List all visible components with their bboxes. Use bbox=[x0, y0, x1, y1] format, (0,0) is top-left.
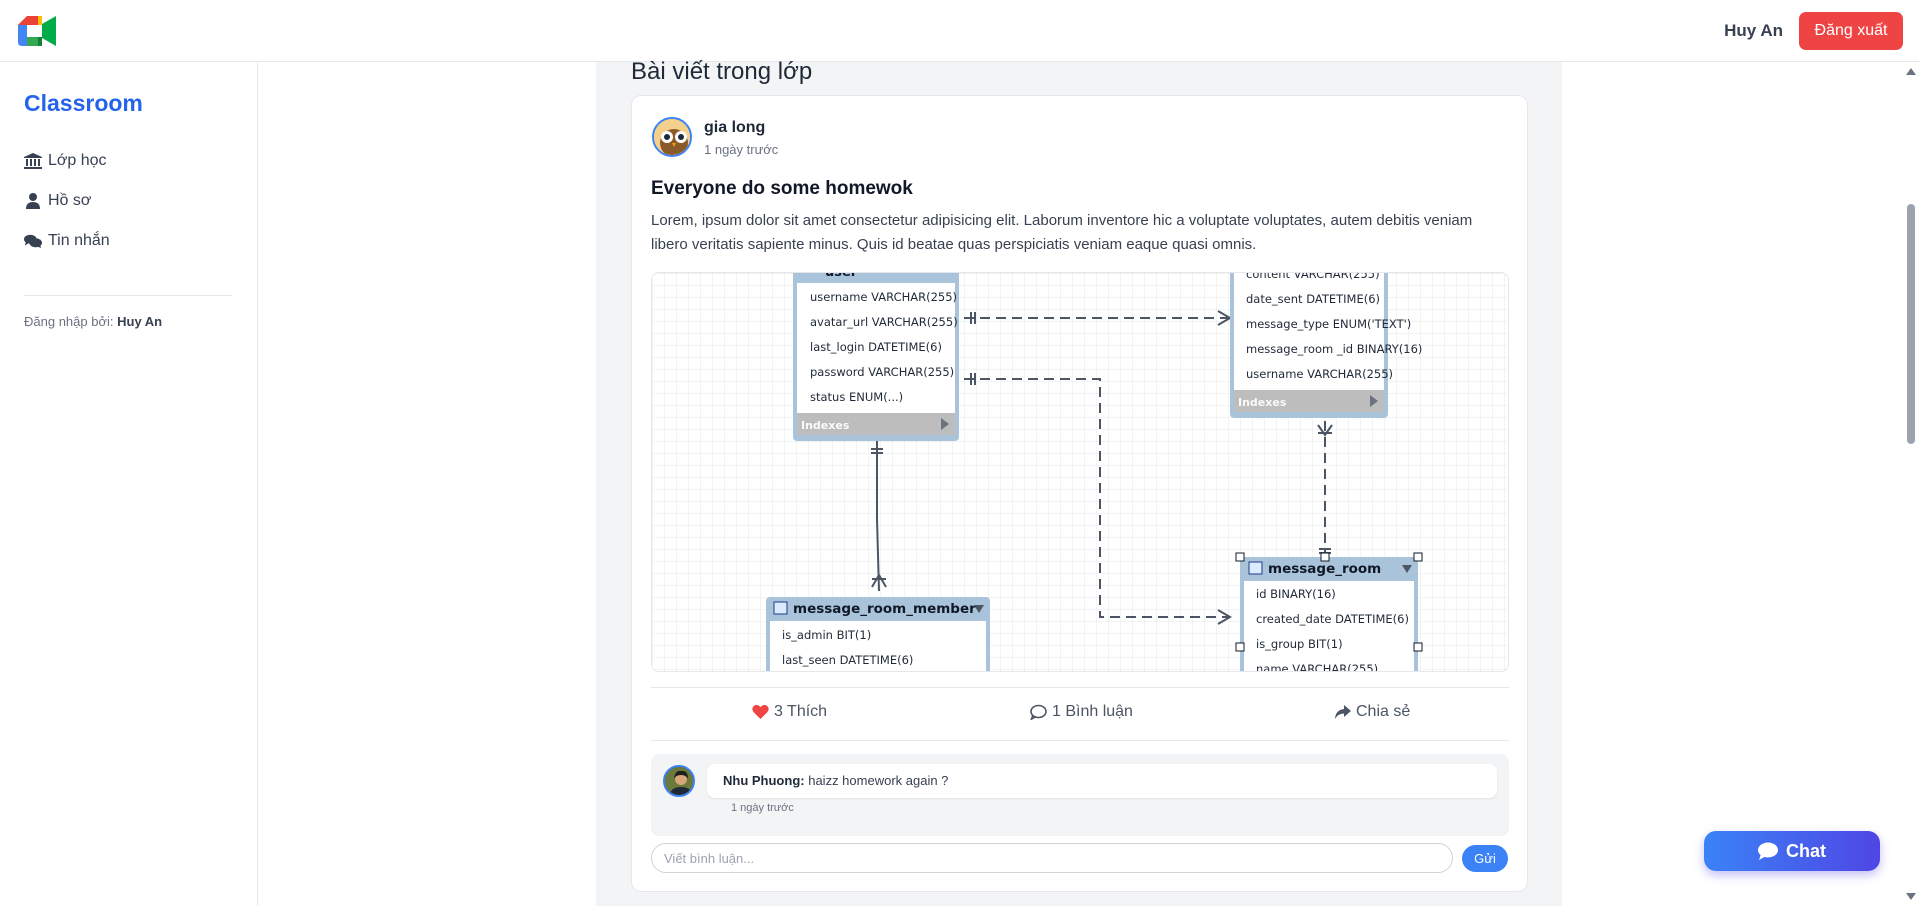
svg-text:id BINARY(16): id BINARY(16) bbox=[1256, 587, 1336, 601]
svg-text:is_group BIT(1): is_group BIT(1) bbox=[1256, 637, 1343, 651]
chat-bubble-icon bbox=[1758, 842, 1778, 860]
brand-title[interactable]: Classroom bbox=[24, 90, 143, 117]
comment-bubble: Nhu Phuong: haizz homework again ? bbox=[707, 764, 1497, 798]
comment-time: 1 ngày trước bbox=[731, 802, 794, 814]
svg-text:username VARCHAR(255): username VARCHAR(255) bbox=[810, 290, 957, 304]
erd-table-user: user username VARCHAR(255) avatar_url VA… bbox=[793, 273, 959, 441]
svg-text:Indexes: Indexes bbox=[1238, 396, 1287, 409]
svg-text:message_room_member: message_room_member bbox=[793, 601, 976, 617]
post-body: Lorem, ipsum dolor sit amet consectetur … bbox=[651, 212, 1473, 253]
like-count-label: 3 Thích bbox=[774, 703, 828, 720]
svg-text:last_seen DATETIME(6): last_seen DATETIME(6) bbox=[782, 653, 913, 667]
sidebar-item-messages[interactable]: Tin nhắn bbox=[24, 232, 110, 250]
commenter-avatar[interactable] bbox=[663, 765, 695, 797]
login-prefix: Đăng nhập bởi: bbox=[24, 314, 114, 329]
sidebar-item-label: Lớp học bbox=[48, 152, 107, 169]
svg-text:username VARCHAR(255): username VARCHAR(255) bbox=[1246, 367, 1393, 381]
chat-button[interactable]: Chat bbox=[1704, 831, 1880, 871]
comment-icon bbox=[1030, 704, 1047, 720]
sidebar-item-classes[interactable]: Lớp học bbox=[24, 152, 107, 170]
comments-icon bbox=[24, 234, 42, 249]
svg-text:Indexes: Indexes bbox=[801, 419, 850, 432]
sidebar-item-label: Hồ sơ bbox=[48, 192, 92, 209]
svg-text:content VARCHAR(255): content VARCHAR(255) bbox=[1246, 273, 1380, 281]
post-time: 1 ngày trước bbox=[704, 142, 779, 157]
author-avatar[interactable] bbox=[652, 117, 692, 157]
heart-icon bbox=[752, 704, 769, 719]
svg-text:message_room: message_room bbox=[1268, 561, 1381, 577]
login-info: Đăng nhập bởi: Huy An bbox=[24, 314, 162, 329]
svg-text:password VARCHAR(255): password VARCHAR(255) bbox=[810, 365, 954, 379]
like-button[interactable]: 3 Thích bbox=[752, 703, 827, 721]
share-icon bbox=[1335, 705, 1351, 719]
erd-diagram: user username VARCHAR(255) avatar_url VA… bbox=[652, 273, 1508, 672]
person-avatar-icon bbox=[665, 767, 693, 795]
share-button[interactable]: Chia sẻ bbox=[1334, 703, 1410, 721]
svg-text:last_login DATETIME(6): last_login DATETIME(6) bbox=[810, 340, 942, 354]
scroll-down-arrow-icon[interactable] bbox=[1906, 893, 1916, 900]
sidebar-item-profile[interactable]: Hồ sơ bbox=[24, 192, 91, 210]
page-title: Bài viết trong lớp bbox=[631, 58, 813, 85]
sidebar-item-label: Tin nhắn bbox=[48, 232, 110, 249]
erd-table-message-room-member: message_room_member is_admin BIT(1) last… bbox=[766, 597, 990, 671]
comment-input[interactable] bbox=[651, 843, 1453, 873]
divider bbox=[651, 740, 1509, 741]
user-icon bbox=[26, 193, 40, 209]
erd-table-message-room: message_room id BINARY(16) created_date … bbox=[1235, 552, 1423, 672]
svg-text:name VARCHAR(255): name VARCHAR(255) bbox=[1256, 662, 1378, 672]
send-comment-button[interactable]: Gửi bbox=[1462, 845, 1508, 872]
share-label: Chia sẻ bbox=[1356, 703, 1411, 720]
scroll-up-arrow-icon[interactable] bbox=[1906, 68, 1916, 75]
post-title: Everyone do some homewok bbox=[651, 178, 913, 199]
sidebar-divider bbox=[24, 295, 232, 296]
app-logo-icon[interactable] bbox=[18, 16, 56, 46]
login-user: Huy An bbox=[117, 314, 163, 329]
post-card: gia long 1 ngày trước Everyone do some h… bbox=[631, 95, 1528, 892]
svg-text:message_type ENUM('TEXT'): message_type ENUM('TEXT') bbox=[1246, 317, 1411, 331]
sidebar: Classroom Lớp học Hồ sơ Tin nhắn Đăng nh… bbox=[0, 62, 258, 906]
svg-text:message_room _id BINARY(16): message_room _id BINARY(16) bbox=[1246, 342, 1422, 356]
svg-text:status ENUM(...): status ENUM(...) bbox=[810, 390, 903, 404]
comment-text: haizz homework again ? bbox=[808, 773, 949, 788]
comment-count-label: 1 Bình luận bbox=[1052, 703, 1133, 720]
logout-button[interactable]: Đăng xuất bbox=[1799, 12, 1903, 50]
divider bbox=[651, 687, 1509, 688]
owl-avatar-icon bbox=[654, 119, 690, 155]
post-author[interactable]: gia long bbox=[704, 119, 765, 137]
page-scrollbar[interactable] bbox=[1903, 62, 1919, 906]
comment-author[interactable]: Nhu Phuong: bbox=[723, 773, 805, 788]
comment-item: Nhu Phuong: haizz homework again ? 1 ngà… bbox=[651, 754, 1509, 836]
chat-button-label: Chat bbox=[1786, 840, 1826, 861]
comment-count-button[interactable]: 1 Bình luận bbox=[1030, 703, 1133, 721]
post-image[interactable]: user username VARCHAR(255) avatar_url VA… bbox=[651, 272, 1509, 672]
svg-text:user: user bbox=[825, 273, 858, 280]
svg-text:is_admin BIT(1): is_admin BIT(1) bbox=[782, 628, 871, 642]
svg-text:avatar_url VARCHAR(255): avatar_url VARCHAR(255) bbox=[810, 315, 958, 329]
current-user-name: Huy An bbox=[1724, 21, 1783, 40]
bank-icon bbox=[24, 153, 42, 169]
svg-text:created_date DATETIME(6): created_date DATETIME(6) bbox=[1256, 612, 1409, 626]
svg-text:date_sent DATETIME(6): date_sent DATETIME(6) bbox=[1246, 292, 1380, 306]
scrollbar-thumb[interactable] bbox=[1907, 204, 1915, 444]
top-bar: Huy An Đăng xuất bbox=[0, 0, 1919, 62]
